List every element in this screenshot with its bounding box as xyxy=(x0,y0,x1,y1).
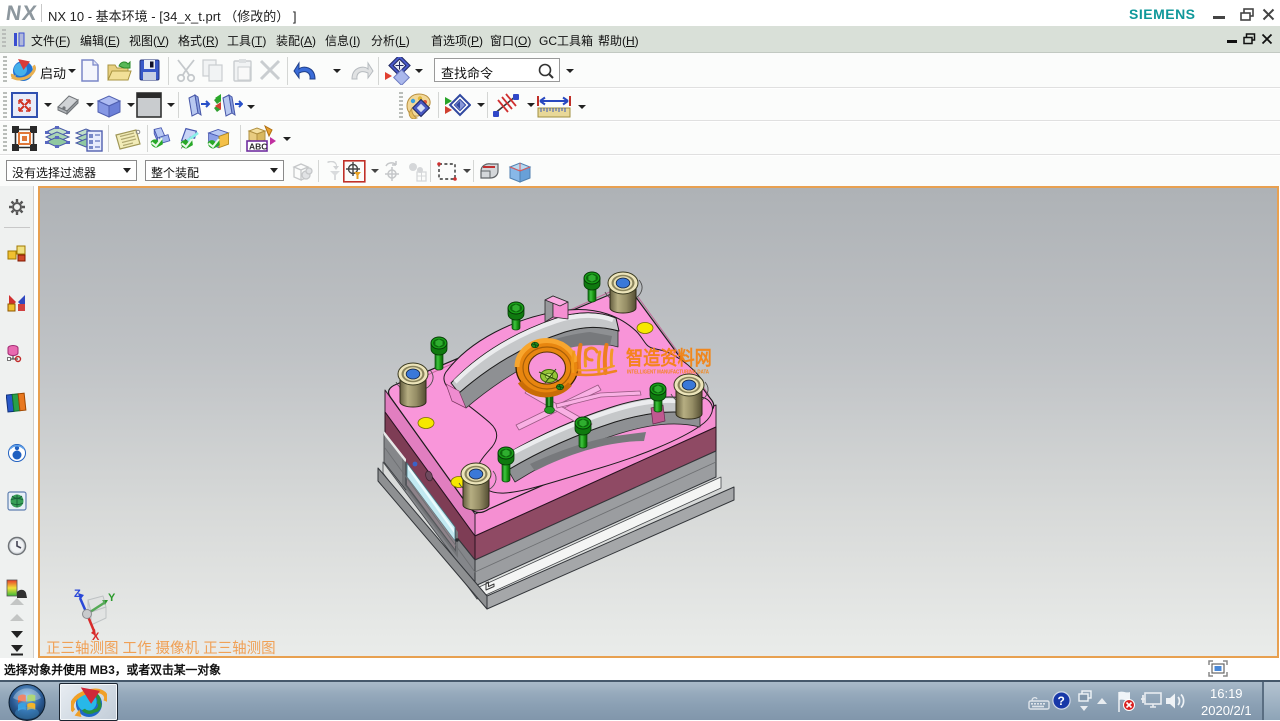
svg-text:INTELLIGENT MANUFACTURING DATA: INTELLIGENT MANUFACTURING DATA xyxy=(627,370,709,376)
svg-text:ABC: ABC xyxy=(249,142,267,152)
svg-text:Z: Z xyxy=(74,588,81,600)
svg-text:Y: Y xyxy=(108,592,116,604)
svg-text:?: ? xyxy=(1058,694,1065,708)
svg-text:智造资料网: 智造资料网 xyxy=(626,346,712,368)
